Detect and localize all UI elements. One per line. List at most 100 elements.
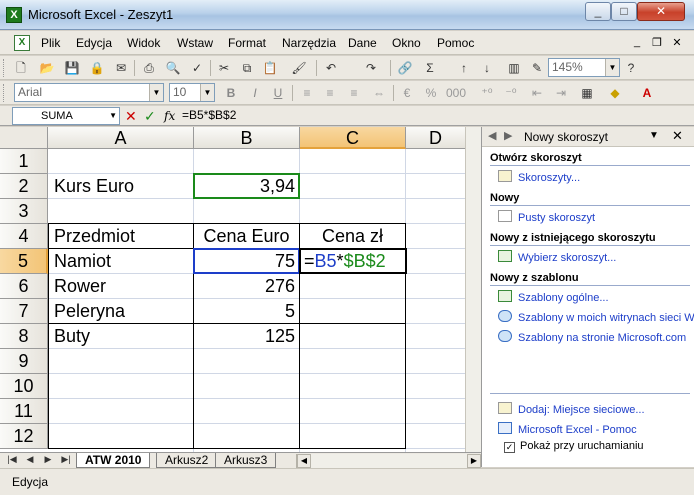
chevron-down-icon[interactable]: ▼: [149, 84, 163, 101]
sort-descending-icon[interactable]: ↓: [478, 59, 496, 77]
close-button[interactable]: ✕: [637, 2, 685, 21]
excel-help-link[interactable]: Microsoft Excel - Pomoc: [498, 422, 637, 436]
redo-icon[interactable]: ↷: [362, 59, 380, 77]
add-network-place-link[interactable]: Dodaj: Miejsce sieciowe...: [498, 402, 645, 416]
row-header-2[interactable]: 2: [0, 174, 48, 199]
doc-minimize-icon[interactable]: _: [630, 36, 644, 48]
help-icon[interactable]: ?: [622, 59, 640, 77]
excel-app-icon[interactable]: X: [6, 7, 22, 23]
cut-icon[interactable]: ✂: [215, 59, 233, 77]
menu-wstaw[interactable]: Wstaw: [177, 36, 213, 50]
open-icon[interactable]: 📂: [38, 59, 56, 77]
merge-center-icon[interactable]: ⇔: [370, 84, 388, 102]
align-right-icon[interactable]: ≡: [345, 84, 363, 102]
decrease-decimal-icon[interactable]: ⁻⁰: [502, 84, 520, 102]
row-header-8[interactable]: 8: [0, 324, 48, 349]
menu-dane[interactable]: Dane: [348, 36, 377, 50]
choose-workbook-link[interactable]: Wybierz skoroszyt...: [498, 250, 616, 264]
undo-icon[interactable]: ↶: [322, 59, 340, 77]
insert-function-icon[interactable]: fx: [164, 109, 175, 123]
format-painter-icon[interactable]: 🖌: [290, 59, 308, 77]
chart-wizard-icon[interactable]: ▥: [505, 59, 523, 77]
cell-a7[interactable]: Peleryna: [50, 299, 193, 324]
menu-edycja[interactable]: Edycja: [76, 36, 112, 50]
chevron-down-icon[interactable]: ▼: [200, 84, 214, 101]
print-preview-icon[interactable]: 🔍: [164, 59, 182, 77]
column-header-c[interactable]: C: [300, 127, 406, 149]
spreadsheet-grid[interactable]: A B C D 1 2 3 4 5 6 7 8 9 10 11 12 Kurs …: [0, 127, 465, 452]
autosum-icon[interactable]: Σ: [421, 59, 439, 77]
chevron-down-icon[interactable]: ▼: [605, 59, 619, 76]
cell-c4[interactable]: Cena zł: [300, 224, 405, 249]
show-at-startup-row[interactable]: ✓ Pokaż przy uruchamianiu: [504, 440, 644, 453]
align-center-icon[interactable]: ≡: [321, 84, 339, 102]
minimize-button[interactable]: _: [585, 2, 611, 21]
row-header-11[interactable]: 11: [0, 399, 48, 424]
cell-a5[interactable]: Namiot: [50, 249, 193, 274]
percent-icon[interactable]: %: [422, 84, 440, 102]
sheet-tab-arkusz3[interactable]: Arkusz3: [215, 453, 277, 468]
increase-decimal-icon[interactable]: ⁺⁰: [478, 84, 496, 102]
next-sheet-icon[interactable]: ▶: [42, 454, 54, 465]
print-icon[interactable]: ⎙: [140, 59, 158, 77]
bold-icon[interactable]: B: [222, 84, 240, 102]
borders-icon[interactable]: ▦: [578, 84, 596, 102]
italic-icon[interactable]: I: [246, 84, 264, 102]
row-header-9[interactable]: 9: [0, 349, 48, 374]
task-pane-close-icon[interactable]: ✕: [672, 128, 683, 144]
show-at-startup-checkbox[interactable]: ✓: [504, 442, 515, 453]
currency-icon[interactable]: €: [398, 84, 416, 102]
menu-plik[interactable]: Plik: [41, 36, 60, 50]
new-icon[interactable]: 🗋: [12, 59, 30, 77]
column-header-b[interactable]: B: [194, 127, 300, 149]
drawing-icon[interactable]: ✎: [528, 59, 546, 77]
row-header-7[interactable]: 7: [0, 299, 48, 324]
zoom-dropdown[interactable]: 145% ▼: [548, 58, 620, 77]
underline-icon[interactable]: U: [269, 84, 287, 102]
back-icon[interactable]: ◀: [488, 129, 496, 142]
row-header-12[interactable]: 12: [0, 424, 48, 449]
menu-widok[interactable]: Widok: [127, 36, 160, 50]
blank-workbook-link[interactable]: Pusty skoroszyt: [498, 210, 595, 224]
paste-icon[interactable]: 📋: [261, 59, 279, 77]
first-sheet-icon[interactable]: |◀: [6, 454, 18, 465]
font-name-dropdown[interactable]: Arial ▼: [14, 83, 164, 102]
cell-b6[interactable]: 276: [194, 274, 299, 299]
vertical-scrollbar[interactable]: [465, 127, 481, 452]
cell-a6[interactable]: Rower: [50, 274, 193, 299]
thousands-icon[interactable]: 000: [446, 84, 466, 102]
prev-sheet-icon[interactable]: ◀: [24, 454, 36, 465]
cell-a4[interactable]: Przedmiot: [50, 224, 193, 249]
column-header-d[interactable]: D: [406, 127, 465, 149]
menu-format[interactable]: Format: [228, 36, 266, 50]
row-header-4[interactable]: 4: [0, 224, 48, 249]
doc-close-icon[interactable]: ✕: [670, 36, 684, 49]
open-workbooks-link[interactable]: Skoroszyty...: [498, 170, 580, 184]
select-all-button[interactable]: [0, 127, 48, 149]
toolbar-grip[interactable]: [3, 59, 6, 77]
name-box[interactable]: SUMA ▼: [12, 107, 120, 125]
doc-restore-icon[interactable]: ❐: [650, 36, 664, 49]
last-sheet-icon[interactable]: ▶|: [60, 454, 72, 465]
copy-icon[interactable]: ⧉: [238, 59, 256, 77]
toolbar-grip[interactable]: [3, 84, 6, 102]
row-header-3[interactable]: 3: [0, 199, 48, 224]
forward-icon[interactable]: ▶: [504, 129, 512, 142]
enter-icon[interactable]: ✓: [144, 108, 156, 124]
cell-a2[interactable]: Kurs Euro: [50, 174, 193, 199]
active-cell-c5[interactable]: =B5*$B$2: [299, 248, 407, 274]
web-templates-link[interactable]: Szablony w moich witrynach sieci Web...: [498, 310, 694, 324]
row-header-1[interactable]: 1: [0, 149, 48, 174]
fill-color-icon[interactable]: ◆: [606, 84, 624, 102]
workbook-icon[interactable]: X: [14, 35, 30, 51]
maximize-button[interactable]: □: [611, 2, 637, 21]
align-left-icon[interactable]: ≡: [298, 84, 316, 102]
scroll-right-icon[interactable]: ▶: [467, 454, 481, 468]
font-size-dropdown[interactable]: 10 ▼: [169, 83, 215, 102]
formula-input[interactable]: =B5*$B$2: [182, 108, 236, 122]
cell-b7[interactable]: 5: [194, 299, 299, 324]
menu-narzedzia[interactable]: Narzędzia: [282, 36, 336, 50]
spelling-icon[interactable]: ✓: [188, 59, 206, 77]
column-header-a[interactable]: A: [48, 127, 194, 149]
microsoft-templates-link[interactable]: Szablony na stronie Microsoft.com: [498, 330, 686, 344]
